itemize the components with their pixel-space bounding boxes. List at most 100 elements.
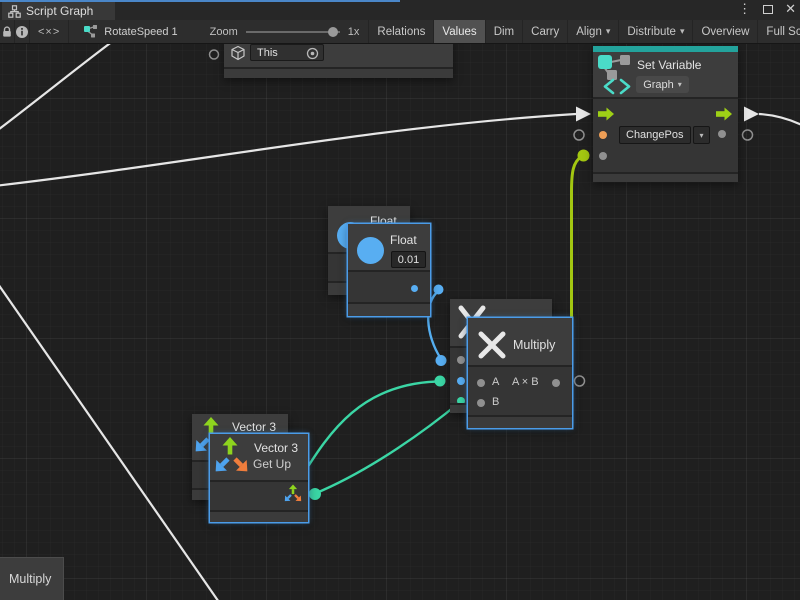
- empty-port[interactable]: [210, 50, 219, 59]
- port-label-result: A × B: [512, 376, 539, 388]
- value-input-port[interactable]: [599, 152, 607, 160]
- flow-out-arrow-icon[interactable]: [716, 107, 732, 121]
- script-graph-icon: [83, 24, 98, 39]
- node-vector3-get-up[interactable]: Vector 3 Get Up: [210, 434, 308, 522]
- tab-bar: Script Graph ⋮ ✕: [0, 0, 800, 20]
- cube-icon: [230, 45, 246, 61]
- value-wire-float[interactable]: [428, 291, 440, 358]
- variable-name-port[interactable]: [599, 131, 607, 139]
- lock-button[interactable]: [0, 20, 15, 43]
- node-multiply[interactable]: Multiply A A × B B: [468, 318, 572, 428]
- float-value: 0.01: [398, 254, 419, 266]
- node-title: Float: [390, 233, 417, 247]
- xyz-arrows-mini-icon: [284, 484, 302, 504]
- wire-end-ball: [436, 355, 447, 366]
- target-picker-icon[interactable]: [306, 47, 319, 60]
- scope-label: Graph: [643, 79, 674, 91]
- this-value: This: [257, 47, 278, 59]
- graph-stage: Float: [0, 44, 800, 600]
- input-port[interactable]: [457, 356, 465, 364]
- zoom-label: Zoom: [210, 26, 238, 38]
- node-title: Multiply: [9, 572, 51, 586]
- carry-button[interactable]: Carry: [523, 20, 568, 43]
- input-port-b[interactable]: [477, 399, 485, 407]
- code-brackets-icon: <×>: [38, 26, 60, 38]
- graph-breadcrumb[interactable]: RotateSpeed 1: [69, 20, 191, 43]
- empty-port[interactable]: [575, 376, 585, 386]
- up-arrow-icon: [203, 417, 219, 435]
- flow-in-arrow-icon[interactable]: [598, 107, 614, 121]
- node-subtitle: Get Up: [253, 457, 291, 471]
- flow-wire-into-set-variable[interactable]: [0, 114, 576, 186]
- graph-icon: [8, 5, 21, 18]
- align-label: Align: [576, 26, 602, 38]
- zoom-slider[interactable]: [246, 25, 340, 39]
- overview-button[interactable]: Overview: [693, 20, 758, 43]
- distribute-button[interactable]: Distribute ▾: [619, 20, 693, 43]
- cross-icon: [477, 330, 507, 360]
- wire-end-ball: [435, 376, 446, 387]
- input-port-a[interactable]: [457, 377, 465, 385]
- wire-end-ball: [578, 150, 590, 162]
- info-button[interactable]: [15, 20, 30, 43]
- maximize-icon[interactable]: [763, 5, 773, 14]
- node-float[interactable]: Float 0.01: [348, 224, 430, 316]
- zoom-group: Zoom 1x: [192, 20, 366, 43]
- graph-name: RotateSpeed 1: [104, 26, 177, 38]
- tab-label: Script Graph: [26, 4, 93, 18]
- align-button[interactable]: Align ▾: [568, 20, 619, 43]
- menu-icon[interactable]: ⋮: [738, 2, 751, 16]
- variable-name: ChangePos: [626, 129, 684, 141]
- value-wire-lime[interactable]: [572, 157, 582, 323]
- node-title: Set Variable: [637, 58, 701, 72]
- port-label-b: B: [492, 396, 499, 408]
- code-view-button[interactable]: <×>: [30, 20, 69, 43]
- port-label-a: A: [492, 376, 499, 388]
- float-value-input[interactable]: 0.01: [391, 251, 426, 268]
- flow-wire-diagonal[interactable]: [0, 281, 221, 600]
- flow-arrowhead-icon: [744, 107, 759, 122]
- down-right-arrow-icon: [229, 453, 253, 477]
- window-controls: ⋮ ✕: [738, 1, 796, 17]
- variable-dropdown-button[interactable]: ▾: [693, 126, 710, 144]
- info-icon: [15, 25, 29, 39]
- wire-end-ball: [434, 285, 444, 295]
- empty-port[interactable]: [574, 130, 584, 140]
- dim-button[interactable]: Dim: [486, 20, 523, 43]
- close-icon[interactable]: ✕: [785, 2, 796, 16]
- value-wire-vector[interactable]: [314, 402, 460, 494]
- script-graph-window: Script Graph ⋮ ✕ <×>: [0, 0, 800, 600]
- node-title: Vector 3: [232, 420, 276, 434]
- relations-button[interactable]: Relations: [369, 20, 434, 43]
- value-wire-vector[interactable]: [302, 382, 437, 477]
- this-object-field[interactable]: This: [250, 44, 324, 61]
- zoom-slider-handle[interactable]: [328, 27, 338, 37]
- variable-name-dropdown[interactable]: ChangePos: [619, 126, 691, 144]
- output-port[interactable]: [552, 379, 560, 387]
- input-port-a[interactable]: [477, 379, 485, 387]
- values-button[interactable]: Values: [434, 20, 485, 43]
- zoom-slider-track: [246, 31, 340, 33]
- focus-accent-line: [0, 0, 400, 2]
- zoom-value: 1x: [348, 26, 360, 38]
- node-multiply-corner[interactable]: Multiply: [0, 557, 64, 600]
- flow-wire-out-of-set-variable[interactable]: [759, 114, 800, 127]
- up-arrow-icon: [222, 437, 238, 455]
- output-port[interactable]: [718, 130, 726, 138]
- graph-toolbar: <×> RotateSpeed 1 Zoom 1x Relations Valu…: [0, 20, 800, 44]
- graph-canvas[interactable]: Float: [0, 44, 800, 600]
- float-circle-icon: [357, 237, 384, 264]
- chevron-down-icon: ▾: [678, 80, 682, 89]
- node-this[interactable]: This: [224, 44, 453, 78]
- chevron-down-icon: ▾: [699, 131, 703, 140]
- empty-port[interactable]: [743, 130, 753, 140]
- node-title: Multiply: [513, 338, 555, 352]
- variable-scope-dropdown[interactable]: Graph ▾: [636, 76, 689, 93]
- tab-script-graph[interactable]: Script Graph: [2, 2, 115, 20]
- flow-arrowhead-icon: [576, 107, 591, 122]
- node-set-variable[interactable]: Set Variable Graph ▾ ChangePos: [593, 46, 738, 182]
- fullscreen-button[interactable]: Full Screen: [758, 20, 800, 43]
- flow-wire[interactable]: [0, 44, 113, 133]
- distribute-label: Distribute: [627, 26, 676, 38]
- output-port[interactable]: [411, 285, 418, 292]
